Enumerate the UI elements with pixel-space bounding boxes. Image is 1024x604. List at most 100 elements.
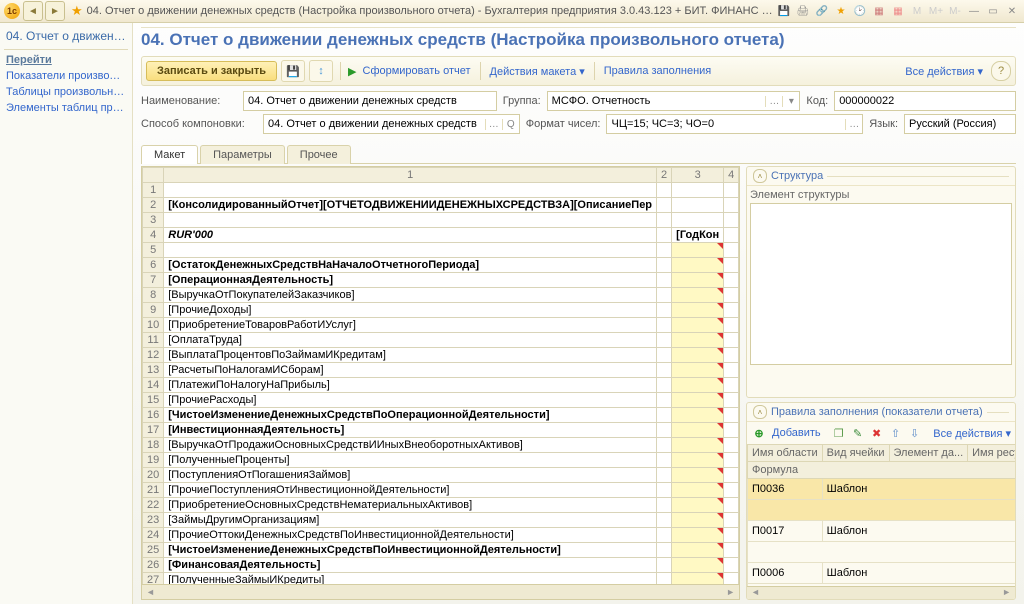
tool-save-icon[interactable]: 💾 [776,4,792,18]
cell[interactable] [724,378,739,393]
row-header[interactable]: 4 [143,228,164,243]
cell[interactable]: [ОстатокДенежныхСредствНаНачалоОтчетного… [164,258,657,273]
cell[interactable] [724,183,739,198]
cell[interactable] [672,363,724,378]
edit-icon[interactable]: ✎ [850,425,866,441]
cell[interactable]: [РасчетыПоНалогамИСборам] [164,363,657,378]
cell[interactable] [724,558,739,573]
cell[interactable] [657,408,672,423]
cell[interactable]: [ПрочиеПоступленияОтИнвестиционнойДеятел… [164,483,657,498]
cell[interactable] [657,183,672,198]
cell[interactable] [657,543,672,558]
add-rule-link[interactable]: Добавить [770,427,823,439]
rules-col-header[interactable]: Имя области [748,445,823,462]
cell[interactable] [724,438,739,453]
row-header[interactable]: 26 [143,558,164,573]
cell[interactable] [672,213,724,228]
cell[interactable] [672,258,724,273]
add-icon[interactable]: ⊕ [751,425,767,441]
cell[interactable] [672,378,724,393]
rule-kind-cell[interactable]: Шаблон [822,521,1015,542]
lang-input[interactable]: …Q [904,114,1016,134]
cell[interactable] [657,558,672,573]
cell[interactable] [657,468,672,483]
select-icon[interactable]: … [765,96,782,107]
cell[interactable] [672,273,724,288]
cell[interactable] [724,468,739,483]
tab-params[interactable]: Параметры [200,145,285,164]
rules-scrollbar[interactable]: ◄► [747,586,1015,599]
rule-area-cell[interactable]: П0036 [748,479,823,500]
rule-formula-cell[interactable] [748,500,1016,521]
fill-rules-link[interactable]: Правила заполнения [602,65,714,77]
cell[interactable] [724,288,739,303]
layout-actions-link[interactable]: Действия макета ▾ [488,65,587,78]
row-header[interactable]: 13 [143,363,164,378]
cell[interactable] [672,468,724,483]
row-header[interactable]: 8 [143,288,164,303]
save-icon-button[interactable]: 💾 [281,60,305,82]
cell[interactable] [724,198,739,213]
help-button[interactable]: ? [991,61,1011,81]
cell[interactable]: [ПлатежиПоНалогуНаПрибыль] [164,378,657,393]
sidebar-link[interactable]: Показатели произвольны... [0,68,132,84]
row-header[interactable]: 7 [143,273,164,288]
row-header[interactable]: 22 [143,498,164,513]
cell[interactable]: [ВыручкаОтПокупателейЗаказчиков] [164,288,657,303]
column-header[interactable] [143,168,164,183]
m-icon[interactable]: M [909,4,925,18]
favorite-icon[interactable]: ★ [71,3,83,19]
cell[interactable] [724,333,739,348]
cell[interactable] [724,318,739,333]
cell[interactable] [657,213,672,228]
rules-col-header[interactable]: Имя ресу... [968,445,1015,462]
cell[interactable] [657,243,672,258]
rules-all-actions[interactable]: Все действия ▾ [933,427,1011,440]
spreadsheet[interactable]: 1234512[КонсолидированныйОтчет][ОТЧЕТОДВ… [141,166,740,600]
cell[interactable]: [КонсолидированныйОтчет][ОТЧЕТОДВИЖЕНИИД… [164,198,657,213]
cell[interactable]: [ОперационнаяДеятельность] [164,273,657,288]
cell[interactable] [657,333,672,348]
cell[interactable] [672,303,724,318]
cell[interactable] [724,513,739,528]
cell[interactable] [672,438,724,453]
cell[interactable]: [ВыручкаОтПродажиОсновныхСредствИИныхВне… [164,438,657,453]
maximize-button[interactable]: ▭ [985,4,1001,18]
m-plus-icon[interactable]: M+ [928,4,944,18]
collapse-icon[interactable]: ˄ [753,169,767,183]
cell[interactable] [724,573,739,585]
rule-kind-cell[interactable]: Шаблон [822,479,1015,500]
nav-back-button[interactable]: ◄ [23,1,43,21]
form-report-link[interactable]: Сформировать отчет [361,65,473,77]
cell[interactable]: [ПриобретениеОсновныхСредствНематериальн… [164,498,657,513]
cell[interactable] [672,483,724,498]
cell[interactable] [724,483,739,498]
cell[interactable] [657,288,672,303]
select-icon[interactable]: … [485,119,502,130]
rules-formula-header[interactable]: Формула [748,462,1016,479]
cell[interactable] [657,453,672,468]
cell[interactable]: [ГодКон [672,228,724,243]
cell[interactable] [657,198,672,213]
rule-area-cell[interactable]: П0006 [748,563,823,584]
numfmt-input[interactable]: … [606,114,863,134]
delete-icon[interactable]: ✖ [869,425,885,441]
cell[interactable] [657,573,672,585]
cell[interactable] [672,393,724,408]
close-button[interactable]: ✕ [1004,4,1020,18]
column-header[interactable]: 2 [657,168,672,183]
refresh-icon-button[interactable]: ↕ [309,60,333,82]
cell[interactable]: [ИнвестиционнаяДеятельность] [164,423,657,438]
row-header[interactable]: 14 [143,378,164,393]
row-header[interactable]: 23 [143,513,164,528]
cell[interactable] [672,183,724,198]
minimize-button[interactable]: — [966,4,982,18]
cell[interactable] [657,273,672,288]
row-header[interactable]: 16 [143,408,164,423]
cell[interactable]: [ПоступленияОтПогашенияЗаймов] [164,468,657,483]
column-header[interactable]: 4 [724,168,739,183]
cell[interactable] [672,453,724,468]
column-header[interactable]: 3 [672,168,724,183]
cell[interactable] [724,543,739,558]
row-header[interactable]: 15 [143,393,164,408]
